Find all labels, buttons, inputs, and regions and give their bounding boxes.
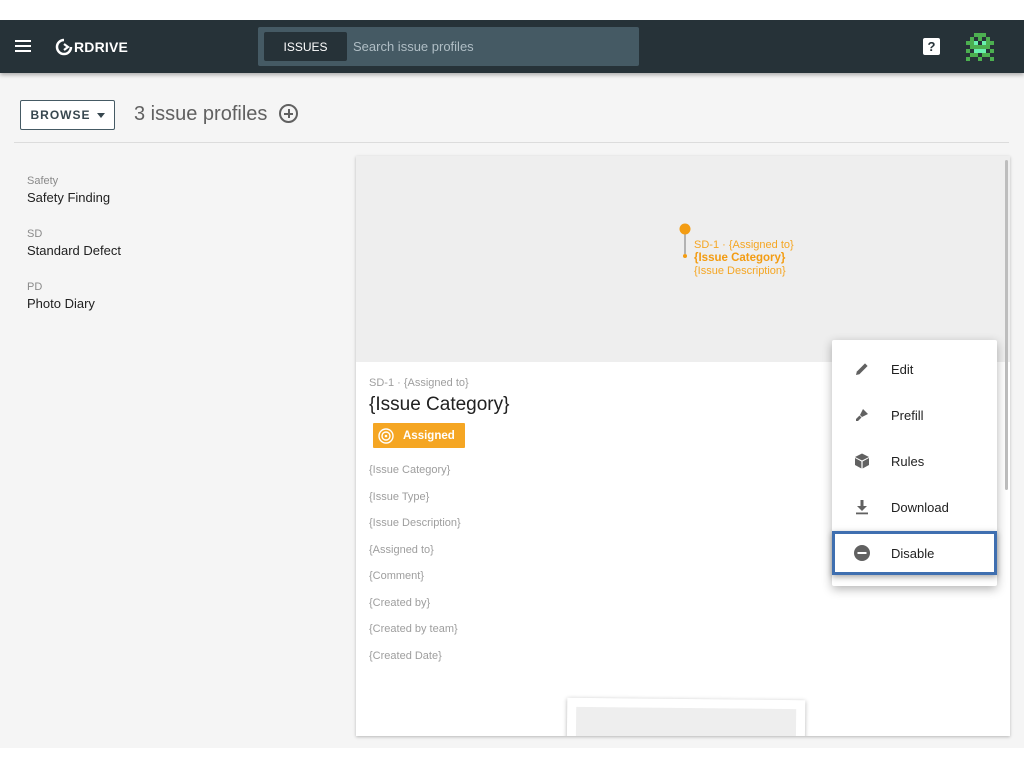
map-preview: SD-1 · {Assigned to} {Issue Category} {I… bbox=[356, 156, 1010, 362]
search-input[interactable] bbox=[353, 32, 633, 61]
header-divider bbox=[14, 142, 1009, 143]
menu-item-download[interactable]: Download bbox=[832, 485, 997, 529]
brush-icon bbox=[856, 409, 868, 421]
profile-name: Photo Diary bbox=[27, 296, 95, 311]
pencil-icon bbox=[856, 363, 868, 375]
app-logo[interactable]: RDRIVE bbox=[55, 37, 128, 57]
card-subtitle: SD-1 · {Assigned to} bbox=[369, 377, 469, 389]
search-bar: ISSUES bbox=[258, 27, 639, 66]
field-issue-type: {Issue Type} bbox=[369, 491, 430, 503]
app-window: RDRIVE ISSUES ? bbox=[0, 20, 1024, 748]
menu-item-label: Download bbox=[891, 499, 949, 515]
caret-down-icon bbox=[96, 112, 105, 118]
pin-label-line2: {Issue Category} bbox=[694, 252, 786, 264]
profile-name: Standard Defect bbox=[27, 243, 121, 258]
menu-item-edit[interactable]: Edit bbox=[832, 347, 997, 391]
logo-text: RDRIVE bbox=[74, 39, 129, 55]
status-badge: Assigned bbox=[373, 423, 465, 448]
download-icon bbox=[856, 500, 868, 515]
status-text: Assigned bbox=[403, 429, 455, 442]
pin-label-line1: SD-1 · {Assigned to} bbox=[694, 239, 794, 251]
menu-item-rules[interactable]: Rules bbox=[832, 439, 997, 483]
logo-mark-icon bbox=[55, 38, 73, 56]
photo-placeholder bbox=[575, 706, 797, 736]
pin-label: SD-1 · {Assigned to} {Issue Category} {I… bbox=[694, 239, 794, 278]
add-profile-icon[interactable] bbox=[279, 104, 298, 123]
top-app-bar: RDRIVE ISSUES ? bbox=[0, 20, 1024, 73]
map-pin-icon bbox=[679, 223, 691, 258]
user-avatar[interactable] bbox=[966, 33, 994, 61]
assigned-status-icon bbox=[378, 427, 394, 444]
photo-thumbnail[interactable] bbox=[566, 697, 806, 736]
menu-item-label: Prefill bbox=[891, 407, 924, 423]
menu-item-disable[interactable]: Disable bbox=[832, 531, 997, 575]
context-menu: Edit Prefill Rules Download Disable bbox=[832, 340, 997, 586]
minus-circle-icon bbox=[854, 545, 870, 561]
field-created-date: {Created Date} bbox=[369, 650, 442, 662]
profile-code: PD bbox=[27, 281, 43, 293]
profile-item-sd[interactable]: SD Standard Defect bbox=[27, 228, 327, 258]
field-assigned-to: {Assigned to} bbox=[369, 544, 434, 556]
avatar-pattern-icon bbox=[966, 33, 994, 61]
menu-item-label: Rules bbox=[891, 453, 925, 469]
card-scrollbar[interactable] bbox=[1005, 160, 1008, 490]
menu-item-label: Disable bbox=[891, 545, 935, 561]
profile-code: SD bbox=[27, 228, 43, 240]
field-created-by: {Created by} bbox=[369, 597, 431, 609]
browse-label: BROWSE bbox=[30, 108, 91, 122]
field-comment: {Comment} bbox=[369, 570, 425, 582]
hamburger-menu-icon[interactable] bbox=[15, 40, 31, 52]
profile-code: Safety bbox=[27, 175, 59, 187]
menu-item-prefill[interactable]: Prefill bbox=[832, 393, 997, 437]
menu-item-label: Edit bbox=[891, 361, 914, 377]
card-title: {Issue Category} bbox=[369, 394, 510, 415]
page-title: 3 issue profiles bbox=[134, 103, 268, 125]
profile-item-safety[interactable]: Safety Safety Finding bbox=[27, 175, 327, 205]
profile-item-pd[interactable]: PD Photo Diary bbox=[27, 281, 327, 311]
field-issue-category: {Issue Category} bbox=[369, 464, 451, 476]
cube-icon bbox=[855, 453, 869, 469]
field-issue-description: {Issue Description} bbox=[369, 517, 461, 529]
search-scope-chip[interactable]: ISSUES bbox=[264, 32, 347, 61]
pin-label-line3: {Issue Description} bbox=[694, 265, 786, 277]
help-icon[interactable]: ? bbox=[923, 38, 940, 55]
profile-name: Safety Finding bbox=[27, 190, 111, 205]
field-created-by-team: {Created by team} bbox=[369, 623, 458, 635]
browse-button[interactable]: BROWSE bbox=[20, 100, 115, 130]
